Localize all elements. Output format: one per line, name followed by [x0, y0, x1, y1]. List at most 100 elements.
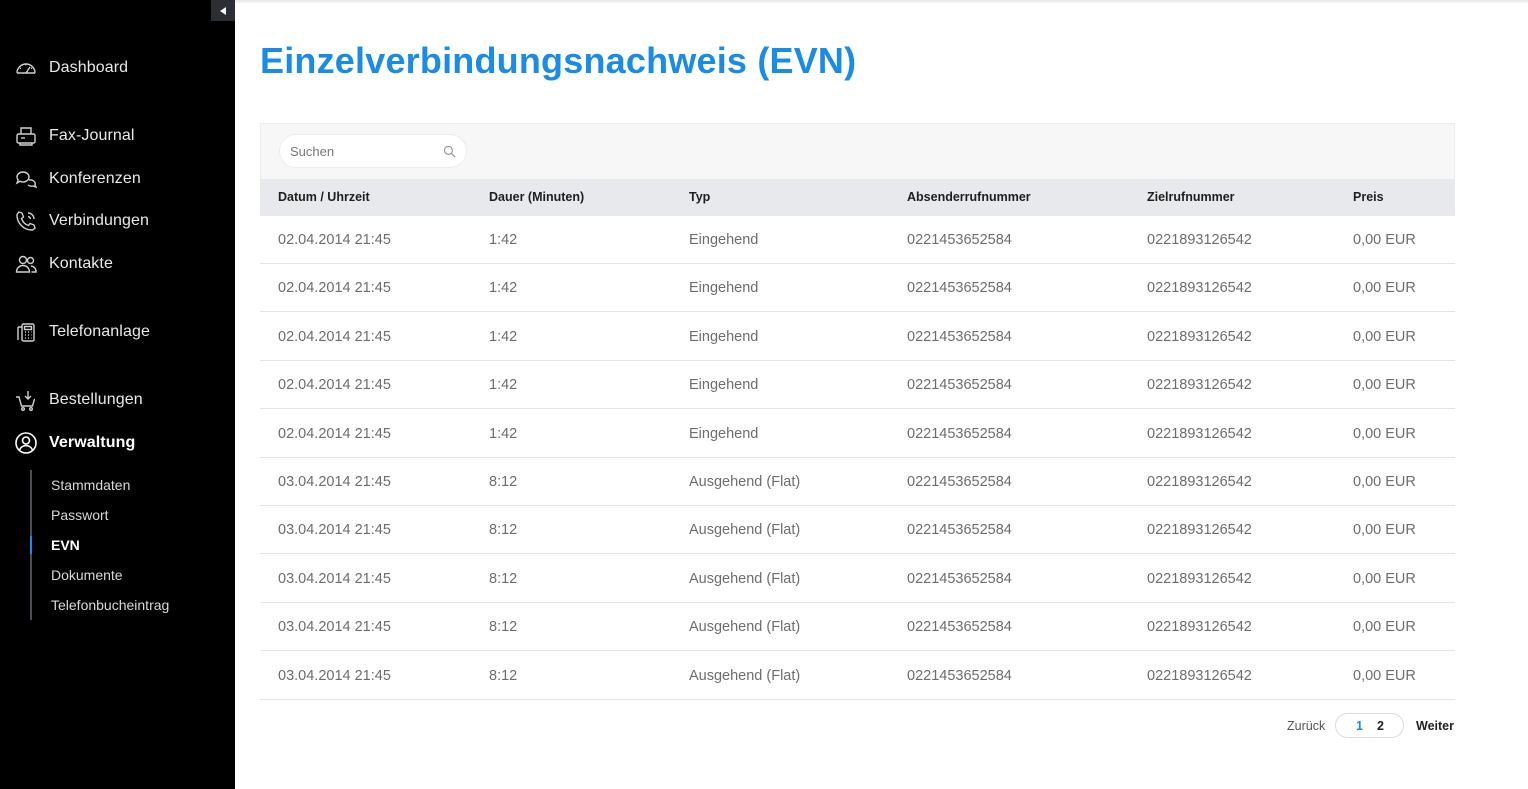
- pagination-page-1[interactable]: 1: [1356, 719, 1363, 733]
- sidebar-item-label: Verbindungen: [49, 212, 149, 229]
- fax-icon: [14, 124, 38, 148]
- cell-preis: 0,00 EUR: [1353, 232, 1416, 248]
- table-row[interactable]: 03.04.2014 21:45 8:12 Ausgehend (Flat) 0221…: [260, 652, 1455, 700]
- column-header-ziel[interactable]: Zielrufnummer: [1147, 190, 1235, 204]
- table-row[interactable]: 03.04.2014 21:45 8:12 Ausgehend (Flat) 0221…: [260, 603, 1455, 652]
- user-admin-icon: [14, 431, 38, 455]
- table-row[interactable]: 02.04.2014 21:45 1:42 Eingehend 02214536525…: [260, 313, 1455, 361]
- cell-absender: 0221453652584: [907, 425, 1012, 442]
- sidebar-item-label: Telefonanlage: [49, 323, 150, 340]
- cell-dauer: 8:12: [489, 522, 518, 539]
- cell-ziel: 0221893126542: [1147, 522, 1252, 539]
- table-header: Datum / Uhrzeit Dauer (Minuten) Typ Abse…: [260, 179, 1455, 216]
- collapse-arrow-icon: [220, 6, 226, 15]
- table-row[interactable]: 02.04.2014 21:45 1:42 Eingehend 02214536525…: [260, 216, 1455, 264]
- cell-ziel: 0221893126542: [1147, 474, 1252, 490]
- cart-icon: [14, 388, 38, 412]
- sidebar-item-fax-journal[interactable]: Fax-Journal: [0, 121, 235, 151]
- sidebar-item-telefonanlage[interactable]: Telefonanlage: [0, 317, 235, 347]
- sidebar-item-konferenzen[interactable]: Konferenzen: [0, 164, 235, 194]
- sidebar-item-label: Fax-Journal: [49, 127, 135, 144]
- cell-preis: 0,00 EUR: [1353, 328, 1416, 345]
- cell-ziel: 0221893126542: [1147, 280, 1252, 297]
- search-input[interactable]: [290, 141, 440, 161]
- sidebar-item-label: Konferenzen: [49, 170, 141, 187]
- subnav-item-passwort[interactable]: Passwort: [51, 507, 109, 523]
- cell-absender: 0221453652584: [907, 232, 1012, 248]
- cell-dauer: 8:12: [489, 619, 518, 636]
- table-row[interactable]: 03.04.2014 21:45 8:12 Ausgehend (Flat) 0221…: [260, 458, 1455, 506]
- table-row[interactable]: 02.04.2014 21:45 1:42 Eingehend 02214536525…: [260, 361, 1455, 410]
- cell-typ: Eingehend: [689, 232, 759, 248]
- subnav-item-evn[interactable]: EVN: [51, 537, 80, 553]
- cell-typ: Eingehend: [689, 425, 759, 442]
- cell-ziel: 0221893126542: [1147, 667, 1252, 684]
- sidebar-item-verwaltung[interactable]: Verwaltung: [0, 428, 235, 458]
- table-row[interactable]: 02.04.2014 21:45 1:42 Eingehend 02214536525…: [260, 264, 1455, 313]
- cell-datum: 02.04.2014 21:45: [278, 280, 391, 297]
- column-header-datum[interactable]: Datum / Uhrzeit: [278, 190, 370, 204]
- column-header-absender[interactable]: Absenderrufnummer: [907, 190, 1031, 204]
- table-row[interactable]: 03.04.2014 21:45 8:12 Ausgehend (Flat) 0221…: [260, 506, 1455, 555]
- search-icon[interactable]: [443, 145, 456, 158]
- subnav-item-stammdaten[interactable]: Stammdaten: [51, 477, 130, 493]
- cell-dauer: 8:12: [489, 570, 518, 587]
- subnav-item-telefonbucheintrag[interactable]: Telefonbucheintrag: [51, 597, 169, 613]
- sidebar: Dashboard Fax-Journal Konferenzen Verbin…: [0, 0, 235, 789]
- cell-preis: 0,00 EUR: [1353, 570, 1416, 587]
- sidebar-item-bestellungen[interactable]: Bestellungen: [0, 385, 235, 415]
- cell-ziel: 0221893126542: [1147, 425, 1252, 442]
- cell-dauer: 8:12: [489, 667, 518, 684]
- cell-typ: Ausgehend (Flat): [689, 570, 801, 587]
- cell-datum: 02.04.2014 21:45: [278, 425, 391, 442]
- cell-datum: 02.04.2014 21:45: [278, 328, 391, 345]
- cell-preis: 0,00 EUR: [1353, 667, 1416, 684]
- cell-dauer: 1:42: [489, 425, 518, 442]
- cell-absender: 0221453652584: [907, 377, 1012, 394]
- cell-datum: 03.04.2014 21:45: [278, 667, 391, 684]
- cell-preis: 0,00 EUR: [1353, 377, 1416, 394]
- cell-typ: Eingehend: [689, 328, 759, 345]
- phone-system-icon: [14, 320, 38, 344]
- cell-datum: 03.04.2014 21:45: [278, 522, 391, 539]
- pagination-prev-link[interactable]: Zurück: [1287, 719, 1325, 733]
- cell-absender: 0221453652584: [907, 474, 1012, 490]
- pagination-pages: 1 2: [1335, 713, 1404, 738]
- sidebar-item-label: Verwaltung: [49, 434, 136, 451]
- cell-typ: Ausgehend (Flat): [689, 522, 801, 539]
- column-header-preis[interactable]: Preis: [1353, 190, 1384, 204]
- cell-datum: 03.04.2014 21:45: [278, 474, 391, 490]
- cell-ziel: 0221893126542: [1147, 377, 1252, 394]
- cell-absender: 0221453652584: [907, 619, 1012, 636]
- sidebar-item-label: Dashboard: [49, 59, 129, 76]
- sidebar-collapse-button[interactable]: [211, 0, 235, 21]
- cell-absender: 0221453652584: [907, 522, 1012, 539]
- cell-dauer: 1:42: [489, 232, 518, 248]
- pagination-page-2[interactable]: 2: [1377, 719, 1384, 733]
- cell-dauer: 1:42: [489, 377, 518, 394]
- sidebar-item-label: Kontakte: [49, 255, 113, 272]
- cell-absender: 0221453652584: [907, 328, 1012, 345]
- cell-datum: 03.04.2014 21:45: [278, 619, 391, 636]
- cell-datum: 03.04.2014 21:45: [278, 570, 391, 587]
- cell-datum: 02.04.2014 21:45: [278, 232, 391, 248]
- subnav-item-dokumente[interactable]: Dokumente: [51, 567, 123, 583]
- pagination-next-link[interactable]: Weiter: [1416, 719, 1454, 733]
- table-row[interactable]: 02.04.2014 21:45 1:42 Eingehend 02214536525…: [260, 410, 1455, 458]
- cell-preis: 0,00 EUR: [1353, 522, 1416, 539]
- table-row[interactable]: 03.04.2014 21:45 8:12 Ausgehend (Flat) 0221…: [260, 555, 1455, 603]
- cell-absender: 0221453652584: [907, 667, 1012, 684]
- cell-typ: Ausgehend (Flat): [689, 619, 801, 636]
- cell-preis: 0,00 EUR: [1353, 280, 1416, 297]
- sidebar-item-kontakte[interactable]: Kontakte: [0, 249, 235, 279]
- sidebar-item-verbindungen[interactable]: Verbindungen: [0, 206, 235, 236]
- cell-dauer: 8:12: [489, 474, 518, 490]
- sidebar-item-dashboard[interactable]: Dashboard: [0, 53, 235, 83]
- cell-ziel: 0221893126542: [1147, 232, 1252, 248]
- cell-dauer: 1:42: [489, 328, 518, 345]
- column-header-dauer[interactable]: Dauer (Minuten): [489, 190, 584, 204]
- column-header-typ[interactable]: Typ: [689, 190, 710, 204]
- cell-ziel: 0221893126542: [1147, 328, 1252, 345]
- cell-typ: Ausgehend (Flat): [689, 474, 801, 490]
- contacts-icon: [14, 252, 38, 276]
